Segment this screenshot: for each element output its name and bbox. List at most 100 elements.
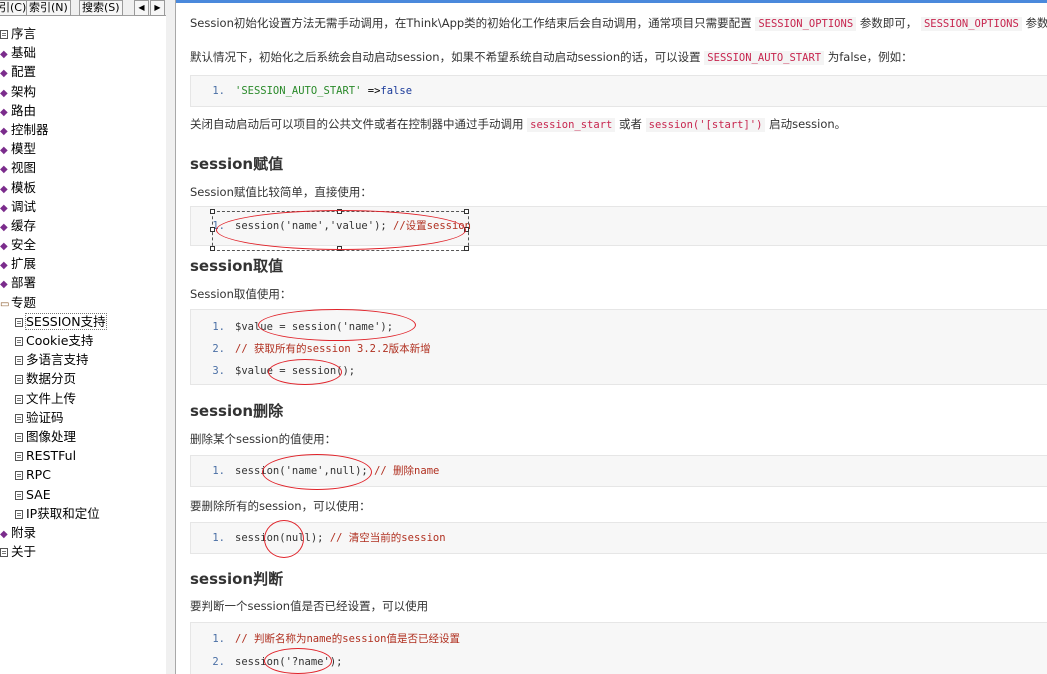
tree-item[interactable]: 数据分页 xyxy=(0,369,166,388)
tree-item[interactable]: ◆ 路由 xyxy=(0,101,166,120)
resize-handle[interactable] xyxy=(464,209,469,214)
tree-item-label: 附录 xyxy=(11,524,37,540)
tree-item-label: 配置 xyxy=(11,64,37,80)
tree-item[interactable]: ◆ 模型 xyxy=(0,139,166,158)
nav-tabs: 引(C) 索引(N) 搜索(S) ◀ ▶ xyxy=(0,0,166,16)
tree-item[interactable]: 图像处理 xyxy=(0,427,166,446)
tree-item[interactable]: RESTFul xyxy=(0,446,166,465)
paragraph-auto-start: 默认情况下，初始化之后系统会自动启动session，如果不希望系统自动启动ses… xyxy=(190,50,913,65)
tree-item-label: 多语言支持 xyxy=(26,352,89,368)
tree-item-label: 缓存 xyxy=(11,217,37,233)
tree-item-label: 部署 xyxy=(11,275,37,291)
page-icon xyxy=(15,337,23,346)
paragraph-delete: 删除某个session的值使用： xyxy=(190,432,337,446)
paragraph-delete-all: 要删除所有的session，可以使用： xyxy=(190,499,371,513)
tree-item[interactable]: ◆ 基础 xyxy=(0,43,166,62)
code-block-delete-all: 1. session(null); // 清空当前的session xyxy=(190,522,1047,554)
page-icon xyxy=(15,317,23,327)
page-icon xyxy=(15,375,23,385)
resize-handle[interactable] xyxy=(337,246,342,251)
resize-handle[interactable] xyxy=(210,246,215,251)
tree-item[interactable]: ◆ 调试 xyxy=(0,197,166,216)
tree-item-label: 验证码 xyxy=(26,409,64,425)
tree-item[interactable]: RPC xyxy=(0,465,166,484)
paragraph-session-init: Session初始化设置方法无需手动调用，在Think\App类的初始化工作结束… xyxy=(190,16,1047,31)
heading-session-get: session取值 xyxy=(190,257,284,275)
scroll-right-icon[interactable]: ▶ xyxy=(150,0,165,16)
tree-item[interactable]: SAE xyxy=(0,485,166,504)
tree-item-label: SAE xyxy=(26,486,51,502)
tab-index[interactable]: 索引(N) xyxy=(26,0,71,16)
tree-item[interactable]: 验证码 xyxy=(0,408,166,427)
document-content: Session初始化设置方法无需手动调用，在Think\App类的初始化工作结束… xyxy=(176,0,1047,674)
tab-contents[interactable]: 引(C) xyxy=(0,0,30,16)
paragraph-manual-start: 关闭自动启动后可以项目的公共文件或者在控制器中通过手动调用 session_st… xyxy=(190,117,847,132)
page-icon xyxy=(15,471,23,481)
selection-frame xyxy=(212,211,469,251)
tree-item[interactable]: 文件上传 xyxy=(0,389,166,408)
resize-handle[interactable] xyxy=(464,227,469,232)
tree-item-label: IP获取和定位 xyxy=(26,505,100,521)
tab-search[interactable]: 搜索(S) xyxy=(79,0,123,16)
tree-item[interactable]: 序言 xyxy=(0,24,166,43)
pane-splitter[interactable] xyxy=(166,0,176,674)
tree-item[interactable]: 多语言支持 xyxy=(0,350,166,369)
contents-tree: 序言 ◆ 基础 ◆ 配置 ◆ 架构 ◆ 路由 ◆ 控制器 ◆ 模型 ◆ 视图 ◆ 模板 ◆ 调试 ◆ 缓存 ◆ 安全 ◆ 扩展 ◆… xyxy=(0,24,166,561)
tree-item-label: 文件上传 xyxy=(26,390,77,406)
resize-handle[interactable] xyxy=(337,209,342,214)
code-block-get: 1. $value = session('name'); 2.// 获取所有的se… xyxy=(190,309,1047,385)
tree-item[interactable]: ◆ 缓存 xyxy=(0,216,166,235)
code-line: 2.// 获取所有的session 3.2.2版本新增 xyxy=(212,343,431,355)
heading-session-assign: session赋值 xyxy=(190,155,284,173)
paragraph-check: 要判断一个session值是否已经设置，可以使用 xyxy=(190,599,429,613)
tree-item[interactable]: ◆ 视图 xyxy=(0,158,166,177)
code-line: 3. $value = session(); xyxy=(212,365,356,377)
tree-item[interactable]: ◆ 模板 xyxy=(0,178,166,197)
tree-item[interactable]: ◆ 部署 xyxy=(0,273,166,292)
tree-item-label: SESSION支持 xyxy=(25,312,107,330)
tree-item[interactable]: Cookie支持 xyxy=(0,331,166,350)
tree-item[interactable]: SESSION支持 xyxy=(0,312,166,331)
page-icon xyxy=(0,30,8,39)
tree-item-label: 调试 xyxy=(11,198,37,214)
tree-item[interactable]: ◆ 配置 xyxy=(0,62,166,81)
page-icon xyxy=(0,548,8,558)
heading-session-check: session判断 xyxy=(190,570,284,588)
tree-item-label: 数据分页 xyxy=(26,371,77,387)
code-line: 1. $value = session('name'); xyxy=(212,321,394,333)
navigation-pane: 引(C) 索引(N) 搜索(S) ◀ ▶ 序言 ◆ 基础 ◆ 配置 ◆ 架构 ◆ 路由 ◆ 控制器 ◆… xyxy=(0,0,167,674)
paragraph-assign: Session赋值比较简单，直接使用： xyxy=(190,185,372,199)
top-accent-bar xyxy=(176,0,1047,3)
code-block-check: 1.// 判断名称为name的session值是否已经设置 2. session(… xyxy=(190,622,1047,674)
resize-handle[interactable] xyxy=(464,246,469,251)
page-icon xyxy=(15,413,23,423)
tree-item[interactable]: IP获取和定位 xyxy=(0,504,166,523)
tree-item[interactable]: ▭ 专题 xyxy=(0,293,166,312)
tree-item-label: 序言 xyxy=(11,26,37,41)
page-icon xyxy=(15,452,23,462)
heading-session-delete: session删除 xyxy=(190,402,284,420)
tree-item-label: 视图 xyxy=(11,160,37,176)
tree-item[interactable]: 关于 xyxy=(0,542,166,561)
tree-item[interactable]: ◆ 安全 xyxy=(0,235,166,254)
tree-item-label: 扩展 xyxy=(11,256,37,272)
page-icon xyxy=(15,432,23,442)
page-icon xyxy=(15,394,23,404)
resize-handle[interactable] xyxy=(210,227,215,232)
page-icon xyxy=(15,509,23,519)
tree-item[interactable]: ◆ 扩展 xyxy=(0,254,166,273)
page-icon xyxy=(15,490,23,500)
paragraph-get: Session取值使用： xyxy=(190,287,292,301)
tree-item-label: Cookie支持 xyxy=(26,333,94,348)
tree-item-label: 安全 xyxy=(11,237,37,253)
tree-item-label: 路由 xyxy=(11,102,37,118)
tree-item[interactable]: ◆ 附录 xyxy=(0,523,166,542)
tree-item-label: RESTFul xyxy=(26,448,77,464)
tree-item[interactable]: ◆ 架构 xyxy=(0,82,166,101)
scroll-left-icon[interactable]: ◀ xyxy=(134,0,149,16)
resize-handle[interactable] xyxy=(210,209,215,214)
tree-item-label: 控制器 xyxy=(11,121,49,137)
tree-item-label: 架构 xyxy=(11,83,37,99)
tree-item[interactable]: ◆ 控制器 xyxy=(0,120,166,139)
tree-item-label: 关于 xyxy=(11,544,37,560)
